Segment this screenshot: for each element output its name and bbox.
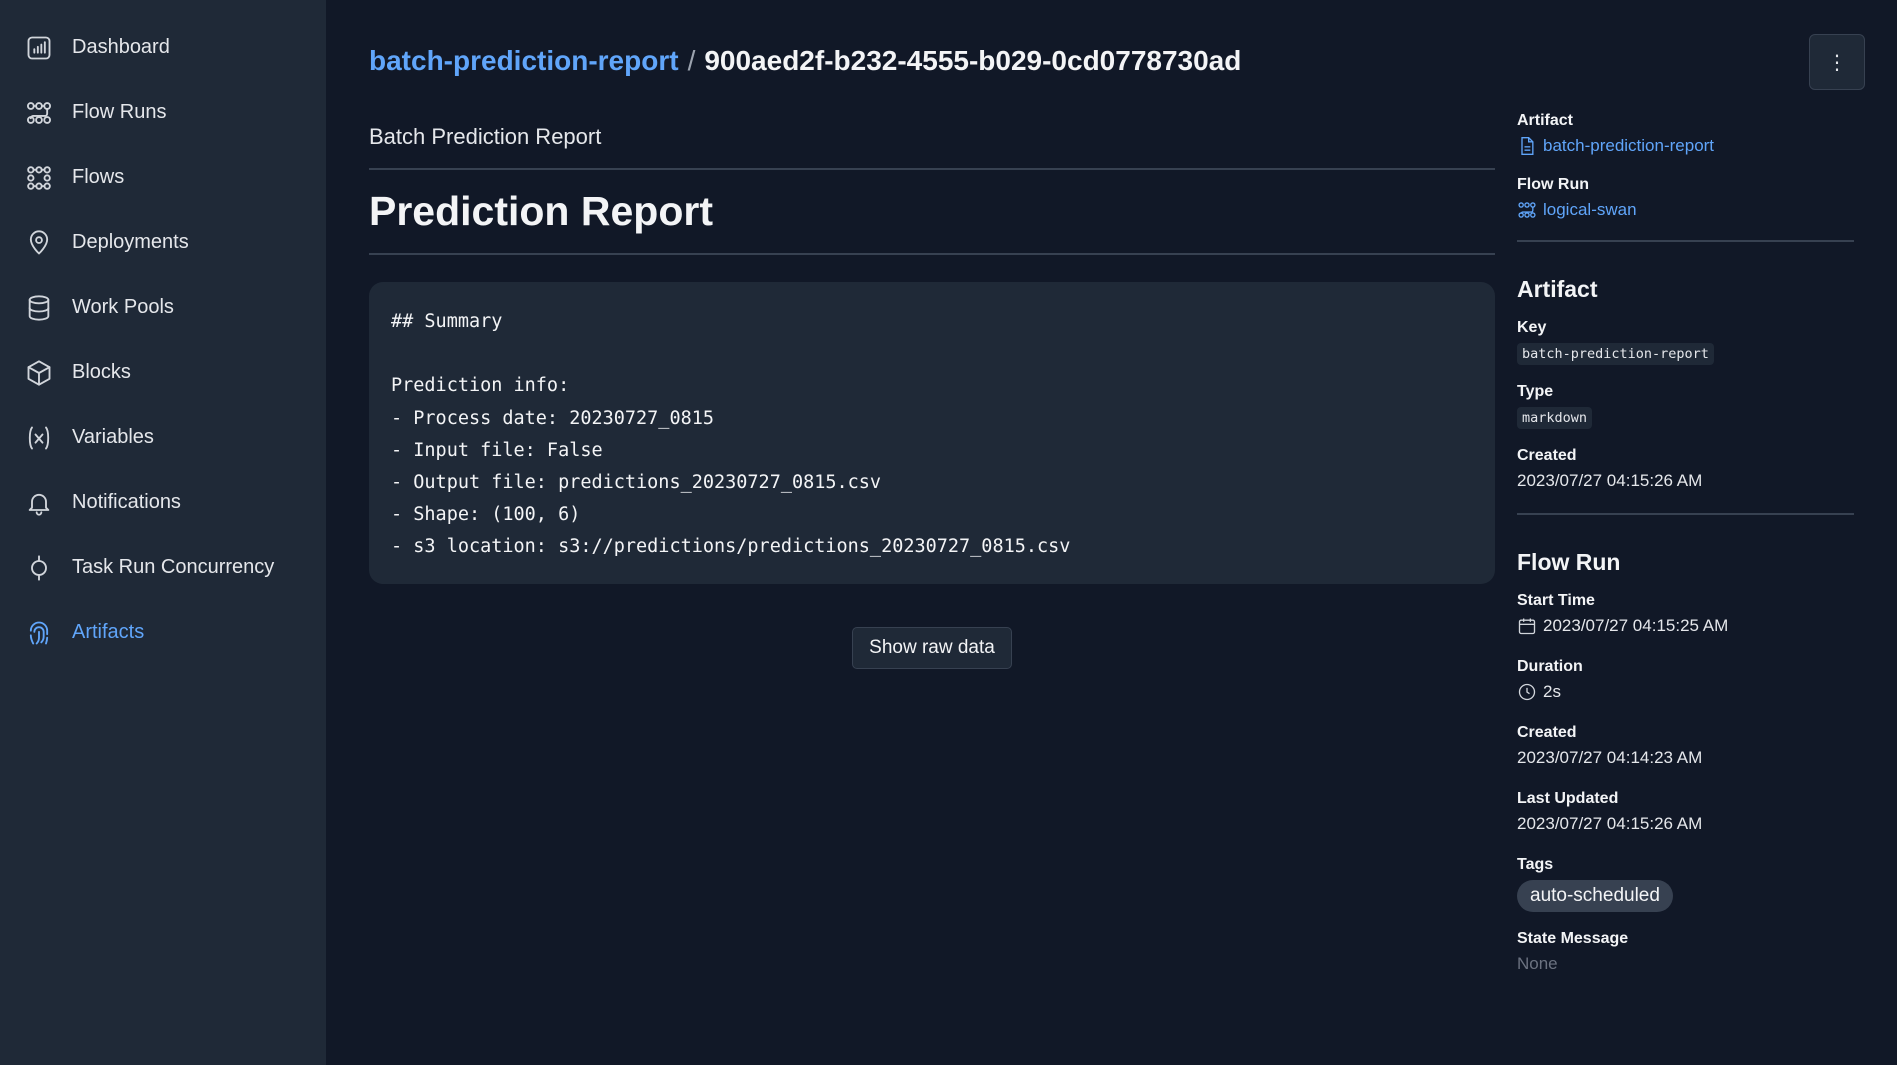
more-options-button[interactable]: ⋮: [1809, 34, 1865, 90]
flows-icon: [24, 163, 54, 193]
markdown-code-block: ## Summary Prediction info: - Process dat…: [369, 282, 1495, 584]
artifact-description: Batch Prediction Report: [369, 122, 1495, 170]
sidebar-item-label: Variables: [72, 426, 154, 448]
breadcrumb: batch-prediction-report / 900aed2f-b232-…: [369, 0, 1854, 122]
flow-created-value: 2023/07/27 04:14:23 AM: [1517, 748, 1703, 767]
key-label: Key: [1517, 319, 1547, 336]
code-line: ## Summary: [391, 311, 503, 332]
artifact-created-label: Created: [1517, 447, 1577, 464]
sidebar-item-artifacts[interactable]: Artifacts: [0, 600, 326, 665]
flow-run-link-label: logical-swan: [1543, 200, 1637, 219]
flow-run-link[interactable]: logical-swan: [1517, 200, 1854, 220]
artifact-link[interactable]: batch-prediction-report: [1517, 136, 1854, 156]
details-panel: Artifact batch-prediction-report Flow Ru…: [1517, 112, 1854, 974]
database-icon: [24, 293, 54, 323]
sidebar-item-notifications[interactable]: Notifications: [0, 470, 326, 535]
calendar-icon: [1518, 618, 1536, 635]
sidebar-item-flow-runs[interactable]: Flow Runs: [0, 80, 326, 145]
type-label: Type: [1517, 383, 1554, 400]
fingerprint-icon: [24, 618, 54, 648]
sidebar-item-label: Deployments: [72, 231, 189, 253]
divider: [1517, 240, 1854, 242]
state-message-label: State Message: [1517, 930, 1629, 947]
sidebar-item-label: Artifacts: [72, 621, 145, 643]
artifact-created-value: 2023/07/27 04:15:26 AM: [1517, 471, 1703, 490]
sidebar-item-label: Work Pools: [72, 296, 174, 318]
duration-text: 2s: [1543, 682, 1561, 701]
start-time-label: Start Time: [1517, 592, 1595, 609]
duration-label: Duration: [1517, 658, 1583, 675]
sidebar-item-label: Blocks: [72, 361, 131, 383]
code-line: Prediction info:: [391, 375, 570, 397]
sidebar-item-label: Dashboard: [72, 36, 170, 58]
sidebar-item-work-pools[interactable]: Work Pools: [0, 275, 326, 340]
code-line: - Process date: 20230727_0815: [391, 407, 715, 429]
artifact-content: Batch Prediction Report Prediction Repor…: [369, 122, 1495, 974]
document-icon: [1521, 137, 1534, 155]
flow-run-icon: [1518, 202, 1536, 218]
sidebar-item-task-run-concurrency[interactable]: Task Run Concurrency: [0, 535, 326, 600]
key-value: batch-prediction-report: [1517, 343, 1714, 365]
bell-icon: [24, 488, 54, 518]
tag-badge: auto-scheduled: [1517, 880, 1673, 912]
report-heading: Prediction Report: [369, 170, 1495, 255]
sidebar-item-label: Task Run Concurrency: [72, 556, 275, 578]
code-line: - Output file: predictions_20230727_0815…: [391, 472, 882, 494]
cube-icon: [24, 358, 54, 388]
type-value: markdown: [1517, 407, 1593, 429]
show-raw-data-button[interactable]: Show raw data: [852, 627, 1012, 669]
code-line: - Shape: (100, 6): [391, 504, 581, 526]
flow-run-section-title: Flow Run: [1517, 549, 1621, 575]
flow-runs-icon: [24, 98, 54, 128]
code-line: - s3 location: s3://predictions/predicti…: [391, 536, 1071, 558]
location-pin-icon: [24, 228, 54, 258]
last-updated-label: Last Updated: [1517, 790, 1619, 807]
sidebar-item-flows[interactable]: Flows: [0, 145, 326, 210]
sidebar-item-blocks[interactable]: Blocks: [0, 340, 326, 405]
sidebar-item-dashboard[interactable]: Dashboard: [0, 15, 326, 80]
sidebar-item-label: Flows: [72, 166, 125, 188]
kebab-menu-icon: ⋮: [1827, 51, 1847, 74]
last-updated-value: 2023/07/27 04:15:26 AM: [1517, 814, 1703, 833]
artifact-section-title: Artifact: [1517, 276, 1598, 302]
concurrency-icon: [24, 553, 54, 583]
clock-icon: [1518, 683, 1536, 701]
artifact-link-label: batch-prediction-report: [1543, 136, 1715, 155]
sidebar-item-label: Notifications: [72, 491, 181, 513]
code-line: - Input file: False: [391, 439, 603, 461]
start-time-text: 2023/07/27 04:15:25 AM: [1543, 616, 1729, 635]
divider: [1517, 513, 1854, 515]
sidebar-item-label: Flow Runs: [72, 101, 167, 123]
dashboard-icon: [24, 33, 54, 63]
tags-label: Tags: [1517, 856, 1554, 873]
sidebar-item-deployments[interactable]: Deployments: [0, 210, 326, 275]
variable-x-icon: [24, 423, 54, 453]
flow-run-label: Flow Run: [1517, 176, 1589, 193]
breadcrumb-separator: /: [687, 45, 696, 76]
artifact-label: Artifact: [1517, 112, 1574, 129]
main-content: batch-prediction-report / 900aed2f-b232-…: [326, 0, 1897, 1065]
state-message-value: None: [1517, 954, 1558, 973]
start-time-value: 2023/07/27 04:15:25 AM: [1517, 616, 1854, 636]
sidebar: Dashboard Flow Runs Flows Deployments Wo…: [0, 0, 326, 1065]
flow-created-label: Created: [1517, 724, 1577, 741]
breadcrumb-artifact-link[interactable]: batch-prediction-report: [369, 45, 679, 77]
duration-value: 2s: [1517, 682, 1854, 702]
sidebar-item-variables[interactable]: Variables: [0, 405, 326, 470]
page-title: 900aed2f-b232-4555-b029-0cd0778730ad: [704, 45, 1242, 76]
